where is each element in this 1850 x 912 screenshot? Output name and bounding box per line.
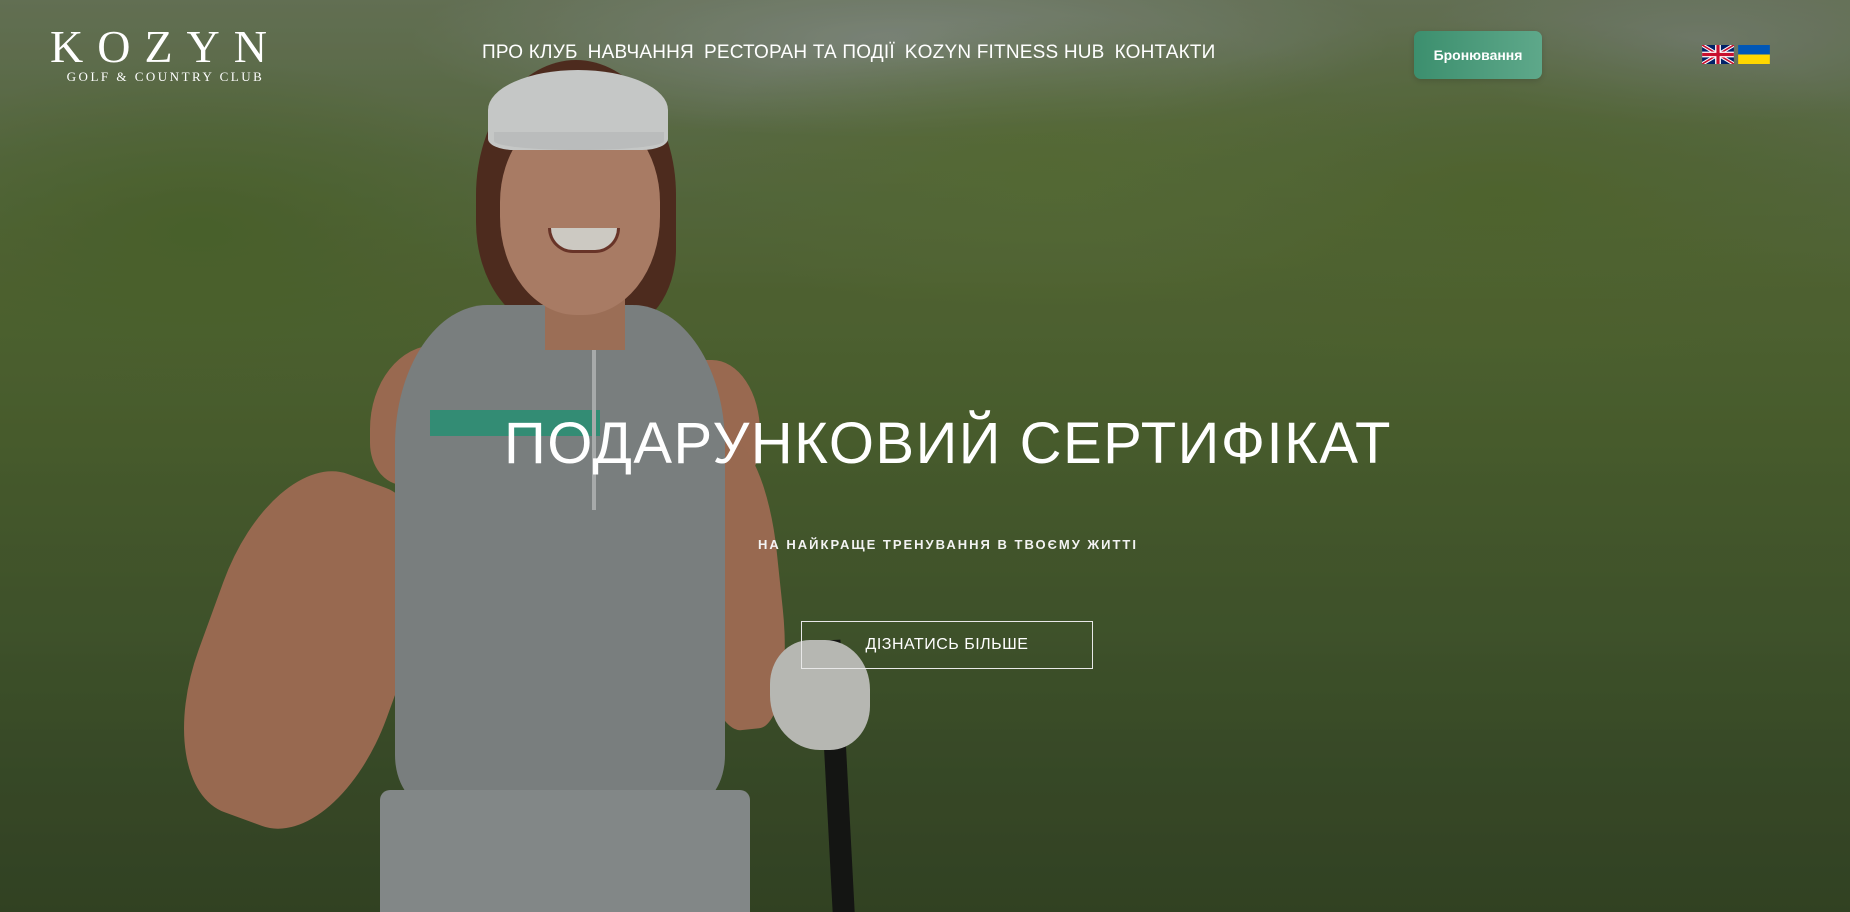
logo-wordmark: KOZYN	[50, 21, 281, 72]
hero-section: KOZYN GOLF & COUNTRY CLUB ПРО КЛУБ НАВЧА…	[0, 0, 1850, 912]
booking-button[interactable]: Бронювання	[1414, 31, 1542, 79]
main-nav: ПРО КЛУБ НАВЧАННЯ РЕСТОРАН ТА ПОДІЇ KOZY…	[482, 42, 1216, 64]
nav-item-restaurant-events[interactable]: РЕСТОРАН ТА ПОДІЇ	[704, 42, 895, 64]
hero-title: ПОДАРУНКОВИЙ СЕРТИФІКАТ	[504, 411, 1392, 476]
ukraine-flag-icon[interactable]	[1738, 45, 1770, 64]
nav-item-fitness-hub[interactable]: KOZYN FITNESS HUB	[905, 42, 1105, 64]
language-switcher	[1702, 45, 1770, 64]
learn-more-button[interactable]: ДІЗНАТИСЬ БІЛЬШЕ	[801, 621, 1093, 669]
kozyn-logo[interactable]: KOZYN GOLF & COUNTRY CLUB	[50, 24, 281, 84]
nav-item-contacts[interactable]: КОНТАКТИ	[1115, 42, 1216, 64]
logo-subtitle: GOLF & COUNTRY CLUB	[66, 69, 265, 84]
site-header: KOZYN GOLF & COUNTRY CLUB ПРО КЛУБ НАВЧА…	[0, 0, 1850, 110]
hero-subtitle: НА НАЙКРАЩЕ ТРЕНУВАННЯ В ТВОЄМУ ЖИТТІ	[758, 537, 1138, 552]
nav-item-about-club[interactable]: ПРО КЛУБ	[482, 42, 578, 64]
uk-flag-icon[interactable]	[1702, 45, 1734, 64]
nav-item-training[interactable]: НАВЧАННЯ	[588, 42, 694, 64]
